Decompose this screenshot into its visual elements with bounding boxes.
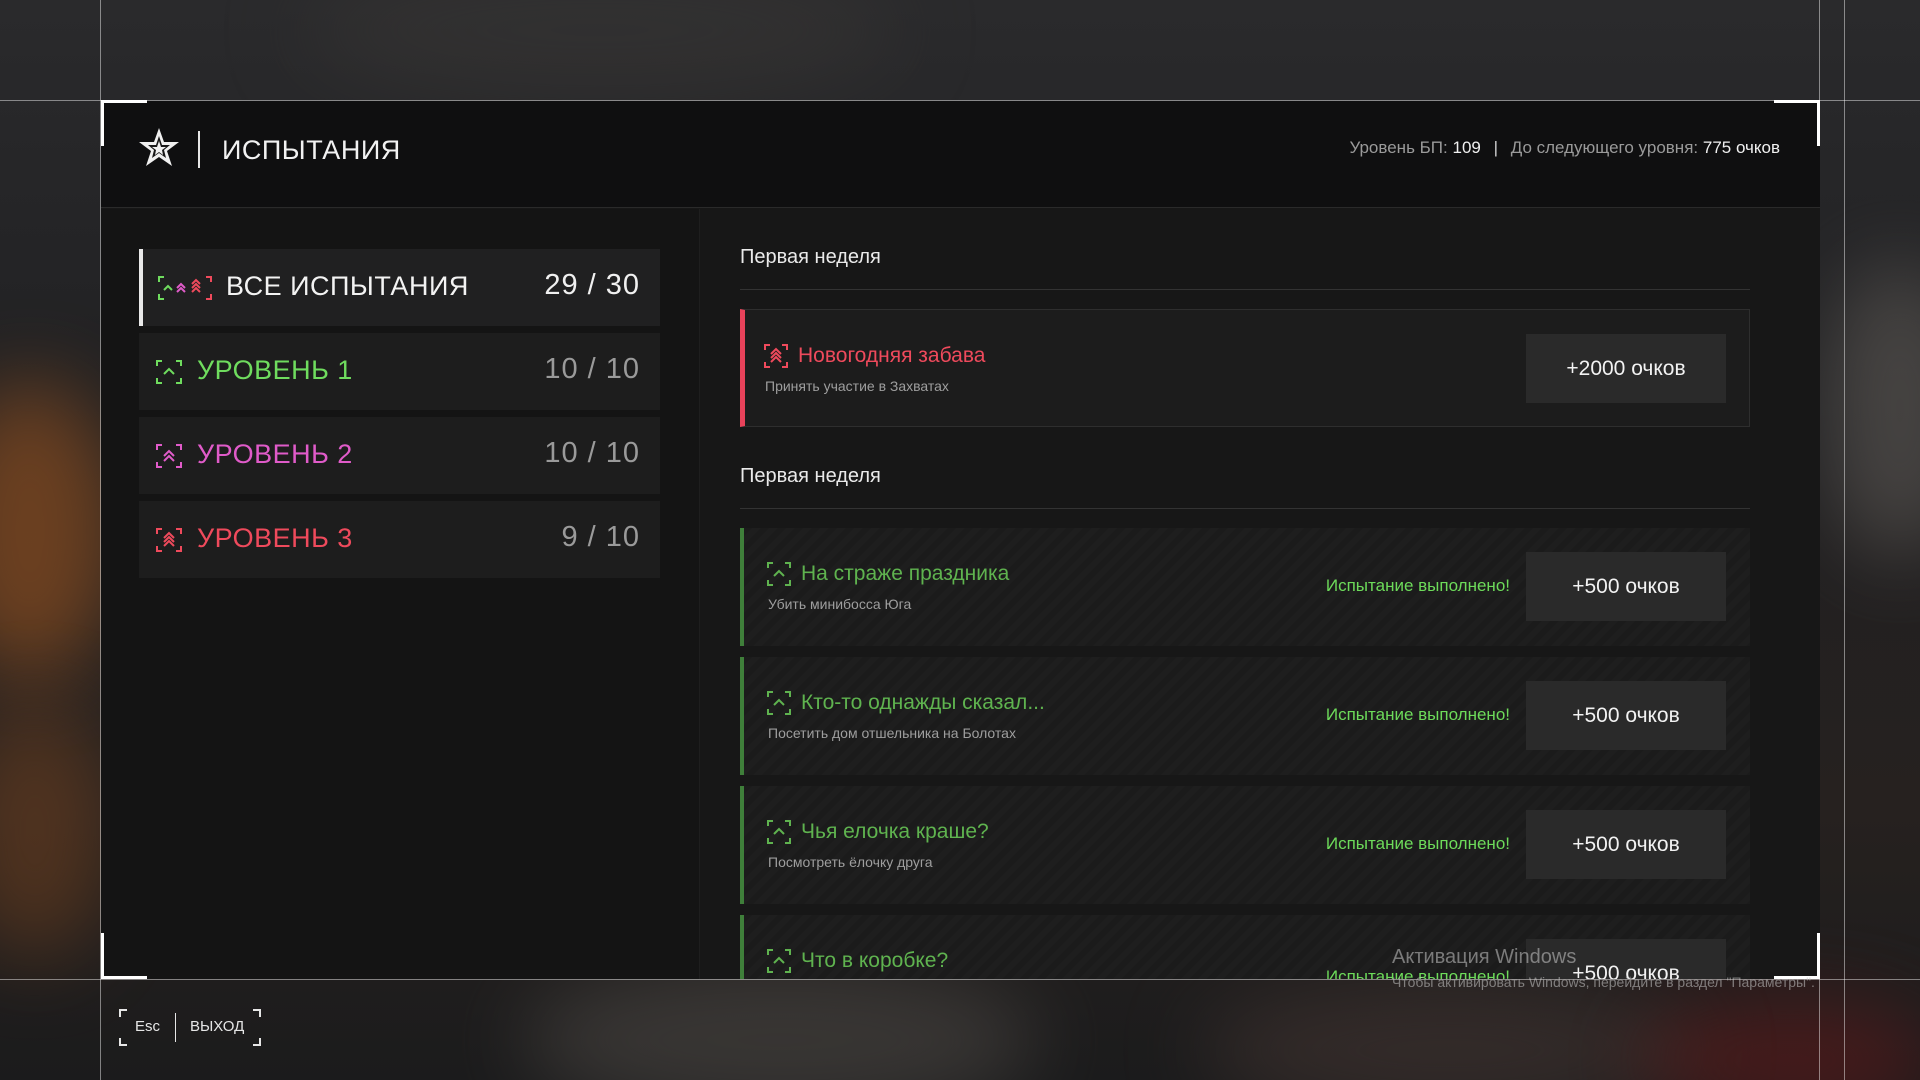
tier-1-chevron-icon: [767, 691, 791, 715]
exit-button[interactable]: Esc ВЫХОД: [119, 1009, 261, 1046]
level-separator: |: [1493, 138, 1499, 157]
section-divider: [740, 289, 1750, 290]
challenge-title: Кто-то однажды сказал...: [801, 691, 1045, 714]
challenge-title: Чья елочка краше?: [801, 820, 989, 843]
reward-badge: +500 очков: [1526, 810, 1726, 879]
category-count: 9 / 10: [561, 521, 640, 553]
category-label: УРОВЕНЬ 1: [197, 355, 353, 385]
tier-3-chevron-icon: [156, 528, 182, 552]
challenge-card[interactable]: На страже праздника Убить минибосса Юга …: [740, 528, 1750, 646]
reward-badge: +500 очков: [1526, 681, 1726, 750]
reward-badge: +500 очков: [1526, 552, 1726, 621]
challenges-window: ИСПЫТАНИЯ Уровень БП: 109 | До следующег…: [101, 101, 1820, 979]
frame-line-right-outer: [1844, 0, 1845, 1080]
frame-corner-bottom-right: [1774, 933, 1820, 979]
reward-badge: +2000 очков: [1526, 334, 1726, 403]
challenge-card[interactable]: Чья елочка краше? Посмотреть ёлочку друг…: [740, 786, 1750, 904]
category-count: 10 / 10: [544, 437, 640, 469]
tier-3-chevron-icon: [764, 344, 788, 368]
frame-corner-top-left: [101, 100, 147, 146]
next-level-label: До следующего уровня:: [1510, 138, 1699, 157]
bp-level-label: Уровень БП:: [1349, 138, 1448, 157]
header-bar: ИСПЫТАНИЯ Уровень БП: 109 | До следующег…: [101, 101, 1820, 208]
challenge-list[interactable]: Первая неделя Новогодняя забава Принять …: [701, 209, 1820, 979]
category-all-challenges[interactable]: ВСЕ ИСПЫТАНИЯ 29 / 30: [139, 249, 660, 326]
challenge-desc: Посетить дом отшельника на Болотах: [768, 725, 1016, 741]
page-title: ИСПЫТАНИЯ: [222, 135, 401, 165]
frame-corner-bottom-left: [101, 933, 147, 979]
category-count: 10 / 10: [544, 353, 640, 385]
tier-2-chevron-icon: [156, 444, 182, 468]
category-tier-3[interactable]: УРОВЕНЬ 3 9 / 10: [139, 501, 660, 578]
bp-level-value: 109: [1452, 138, 1481, 157]
completed-status: Испытание выполнено!: [1325, 834, 1510, 853]
challenge-title: На страже праздника: [801, 562, 1010, 585]
tier-1-chevron-icon: [767, 562, 791, 586]
frame-corner-top-right: [1774, 100, 1820, 146]
challenge-desc: Посмотреть ёлочку друга: [768, 854, 933, 870]
category-label: УРОВЕНЬ 2: [197, 439, 353, 469]
category-label: УРОВЕНЬ 3: [197, 523, 353, 553]
windows-activation-watermark: Активация Windows Чтобы активировать Win…: [1392, 946, 1815, 990]
category-tier-2[interactable]: УРОВЕНЬ 2 10 / 10: [139, 417, 660, 494]
section-divider: [740, 508, 1750, 509]
category-sidebar: ВСЕ ИСПЫТАНИЯ 29 / 30 УРОВЕНЬ 1 10 / 10 …: [101, 209, 700, 979]
section-title: Первая неделя: [740, 465, 881, 487]
category-tier-1[interactable]: УРОВЕНЬ 1 10 / 10: [139, 333, 660, 410]
challenge-title: Новогодняя забава: [798, 344, 986, 367]
all-tiers-icon: [158, 276, 212, 300]
tier-1-chevron-icon: [767, 949, 791, 973]
completed-status: Испытание выполнено!: [1325, 705, 1510, 724]
completed-status: Испытание выполнено!: [1325, 576, 1510, 595]
challenge-desc: Принять участие в Захватах: [765, 378, 949, 394]
category-label: ВСЕ ИСПЫТАНИЯ: [226, 271, 469, 301]
header-divider: [198, 131, 200, 168]
challenge-desc: Убить минибосса Юга: [768, 596, 912, 612]
exit-divider: [175, 1013, 176, 1042]
challenge-title: Что в коробке?: [801, 949, 949, 972]
watermark-title: Активация Windows: [1392, 946, 1577, 968]
section-title: Первая неделя: [740, 246, 881, 268]
exit-label: ВЫХОД: [190, 1018, 245, 1035]
challenge-card[interactable]: Что в коробке? Испытание выполнено! +500…: [740, 915, 1750, 979]
category-count: 29 / 30: [544, 269, 640, 301]
watermark-subtitle: Чтобы активировать Windows, перейдите в …: [1392, 974, 1815, 990]
challenge-card[interactable]: Кто-то однажды сказал... Посетить дом от…: [740, 657, 1750, 775]
featured-challenge-card[interactable]: Новогодняя забава Принять участие в Захв…: [740, 309, 1750, 427]
tier-1-chevron-icon: [156, 360, 182, 384]
esc-key-hint: Esc: [135, 1018, 161, 1035]
level-info: Уровень БП: 109 | До следующего уровня: …: [1349, 138, 1780, 158]
next-level-value: 775 очков: [1702, 138, 1780, 157]
tier-1-chevron-icon: [767, 820, 791, 844]
